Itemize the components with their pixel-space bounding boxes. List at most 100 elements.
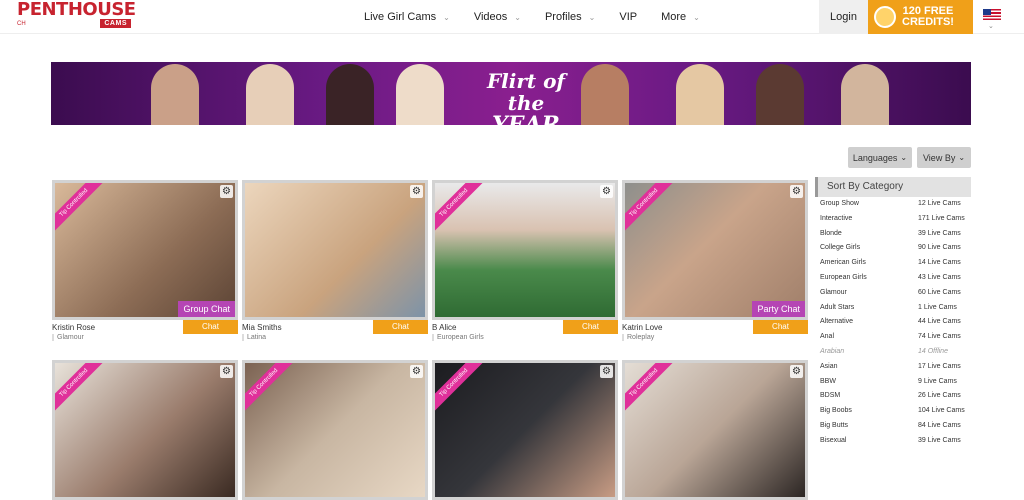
category-count: 43 Live Cams [918,273,961,281]
model-category[interactable]: Roleplay [622,334,654,341]
category-row[interactable]: Group Show 12 Live Cams [815,200,971,215]
model-thumbnail[interactable]: Tip Controlled ⚙ [622,360,808,500]
nav-label: Live Girl Cams [364,11,437,23]
category-name: Interactive [820,214,853,222]
gear-icon[interactable]: ⚙ [220,365,233,378]
model-thumbnail[interactable]: Tip Controlled ⚙ [242,360,428,500]
model-thumbnail[interactable]: ⚙ [242,180,428,320]
promo-banner[interactable]: Flirt of the YEAR [51,62,971,125]
category-row[interactable]: Glamour 60 Live Cams [815,289,971,304]
model-name[interactable]: B Alice [432,323,456,332]
category-row[interactable]: College Girls 90 Live Cams [815,244,971,259]
gear-icon[interactable]: ⚙ [600,365,613,378]
card-meta: Katrin Love Chat Roleplay [622,320,808,346]
model-name[interactable]: Katrin Love [622,323,662,332]
site-logo[interactable]: PENTHOUSE CH CAMS [17,0,136,31]
model-name[interactable]: Kristin Rose [52,323,95,332]
nav-item-profiles[interactable]: Profiles ⌄ [545,11,595,23]
nav-label: Profiles [544,11,582,23]
category-count: 9 Live Cams [918,377,957,385]
free-credits-button[interactable]: 120 FREE CREDITS! [868,0,973,34]
category-row[interactable]: Interactive 171 Live Cams [815,215,971,230]
model-card[interactable]: Tip Controlled ⚙ Group Chat Kristin Rose… [52,180,238,346]
category-row[interactable]: Blonde 39 Live Cams [815,230,971,245]
category-count: 90 Live Cams [918,244,961,252]
nav-item-live-girl-cams[interactable]: Live Girl Cams ⌄ [364,11,450,23]
category-count: 74 Live Cams [918,333,961,341]
gear-icon[interactable]: ⚙ [410,365,423,378]
nav-item-more[interactable]: More ⌄ [661,11,700,23]
gear-icon[interactable]: ⚙ [220,185,233,198]
category-count: 12 Live Cams [918,200,961,207]
model-card[interactable]: ⚙ Mia Smiths Chat Latina [242,180,428,346]
model-thumbnail[interactable]: Tip Controlled ⚙ [432,360,618,500]
chevron-down-icon[interactable]: ⌄ [988,22,994,30]
category-count: 1 Live Cams [918,303,957,311]
category-row[interactable]: American Girls 14 Live Cams [815,259,971,274]
chat-button[interactable]: Chat [563,320,618,334]
nav-label: Videos [473,11,508,23]
model-card[interactable]: Tip Controlled ⚙ [432,360,618,500]
model-category[interactable]: Latina [242,334,266,341]
gear-icon[interactable]: ⚙ [600,185,613,198]
chat-button[interactable]: Chat [373,320,428,334]
model-category[interactable]: European Girls [432,334,484,341]
model-thumbnail[interactable]: Tip Controlled ⚙ Group Chat [52,180,238,320]
category-name: Adult Stars [820,303,855,311]
card-meta: B Alice Chat European Girls [432,320,618,346]
model-card[interactable]: Tip Controlled ⚙ [622,360,808,500]
gear-icon[interactable]: ⚙ [410,185,423,198]
chevron-down-icon: ⌄ [693,12,700,22]
logo-main-text: PENTHOUSE [17,0,136,20]
model-thumbnail[interactable]: Tip Controlled ⚙ [432,180,618,320]
category-row-offline[interactable]: Arabian 14 Offline [815,348,971,363]
nav-label: VIP [619,11,638,23]
gear-icon[interactable]: ⚙ [790,365,803,378]
model-category[interactable]: Glamour [52,334,84,341]
category-count: 26 Live Cams [918,392,961,400]
nav-item-videos[interactable]: Videos ⌄ [474,11,521,23]
model-card[interactable]: Tip Controlled ⚙ Party Chat Katrin Love … [622,180,808,346]
nav-item-vip[interactable]: VIP [619,11,637,23]
main-nav: Live Girl Cams ⌄ Videos ⌄ Profiles ⌄ VIP Mo… [364,0,724,34]
category-name: Glamour [820,288,847,296]
login-button[interactable]: Login [819,0,868,34]
category-name: College Girls [820,244,861,252]
chat-button[interactable]: Chat [753,320,808,334]
card-meta: Kristin Rose Chat Glamour [52,320,238,346]
banner-model-image [396,64,444,125]
category-row[interactable]: Big Boobs 104 Live Cams [815,407,971,422]
model-name[interactable]: Mia Smiths [242,323,282,332]
category-sidebar: Sort By Category Group Show 12 Live Cams … [815,177,971,452]
category-row[interactable]: BDSM 26 Live Cams [815,392,971,407]
category-row[interactable]: Anal 74 Live Cams [815,333,971,348]
category-count: 17 Live Cams [918,362,961,370]
category-name: BBW [820,377,836,385]
us-flag-icon[interactable] [983,9,1001,20]
group-chat-badge: Group Chat [178,301,235,317]
chevron-down-icon: ⌄ [443,12,450,22]
model-thumbnail[interactable]: Tip Controlled ⚙ Party Chat [622,180,808,320]
gear-icon[interactable]: ⚙ [790,185,803,198]
model-thumbnail[interactable]: Tip Controlled ⚙ [52,360,238,500]
category-row[interactable]: European Girls 43 Live Cams [815,274,971,289]
languages-dropdown[interactable]: Languages ⌄ [848,147,912,168]
banner-model-image [676,64,724,125]
category-row[interactable]: BBW 9 Live Cams [815,378,971,393]
model-card[interactable]: Tip Controlled ⚙ [52,360,238,500]
category-row[interactable]: Asian 17 Live Cams [815,363,971,378]
model-card[interactable]: Tip Controlled ⚙ B Alice Chat European G… [432,180,618,346]
chat-button[interactable]: Chat [183,320,238,334]
category-row[interactable]: Bisexual 39 Live Cams [815,437,971,452]
logo-sub-text: CAMS [100,19,131,28]
category-row[interactable]: Alternative 44 Live Cams [815,318,971,333]
view-by-dropdown[interactable]: View By ⌄ [917,147,971,168]
category-row[interactable]: Adult Stars 1 Live Cams [815,304,971,319]
category-name: Alternative [820,318,854,326]
category-row[interactable]: Big Butts 84 Live Cams [815,422,971,437]
category-count: 39 Live Cams [918,229,961,237]
model-card[interactable]: Tip Controlled ⚙ [242,360,428,500]
languages-label: Languages [852,152,898,163]
category-name: Big Butts [820,421,849,429]
category-name: Blonde [820,229,842,237]
